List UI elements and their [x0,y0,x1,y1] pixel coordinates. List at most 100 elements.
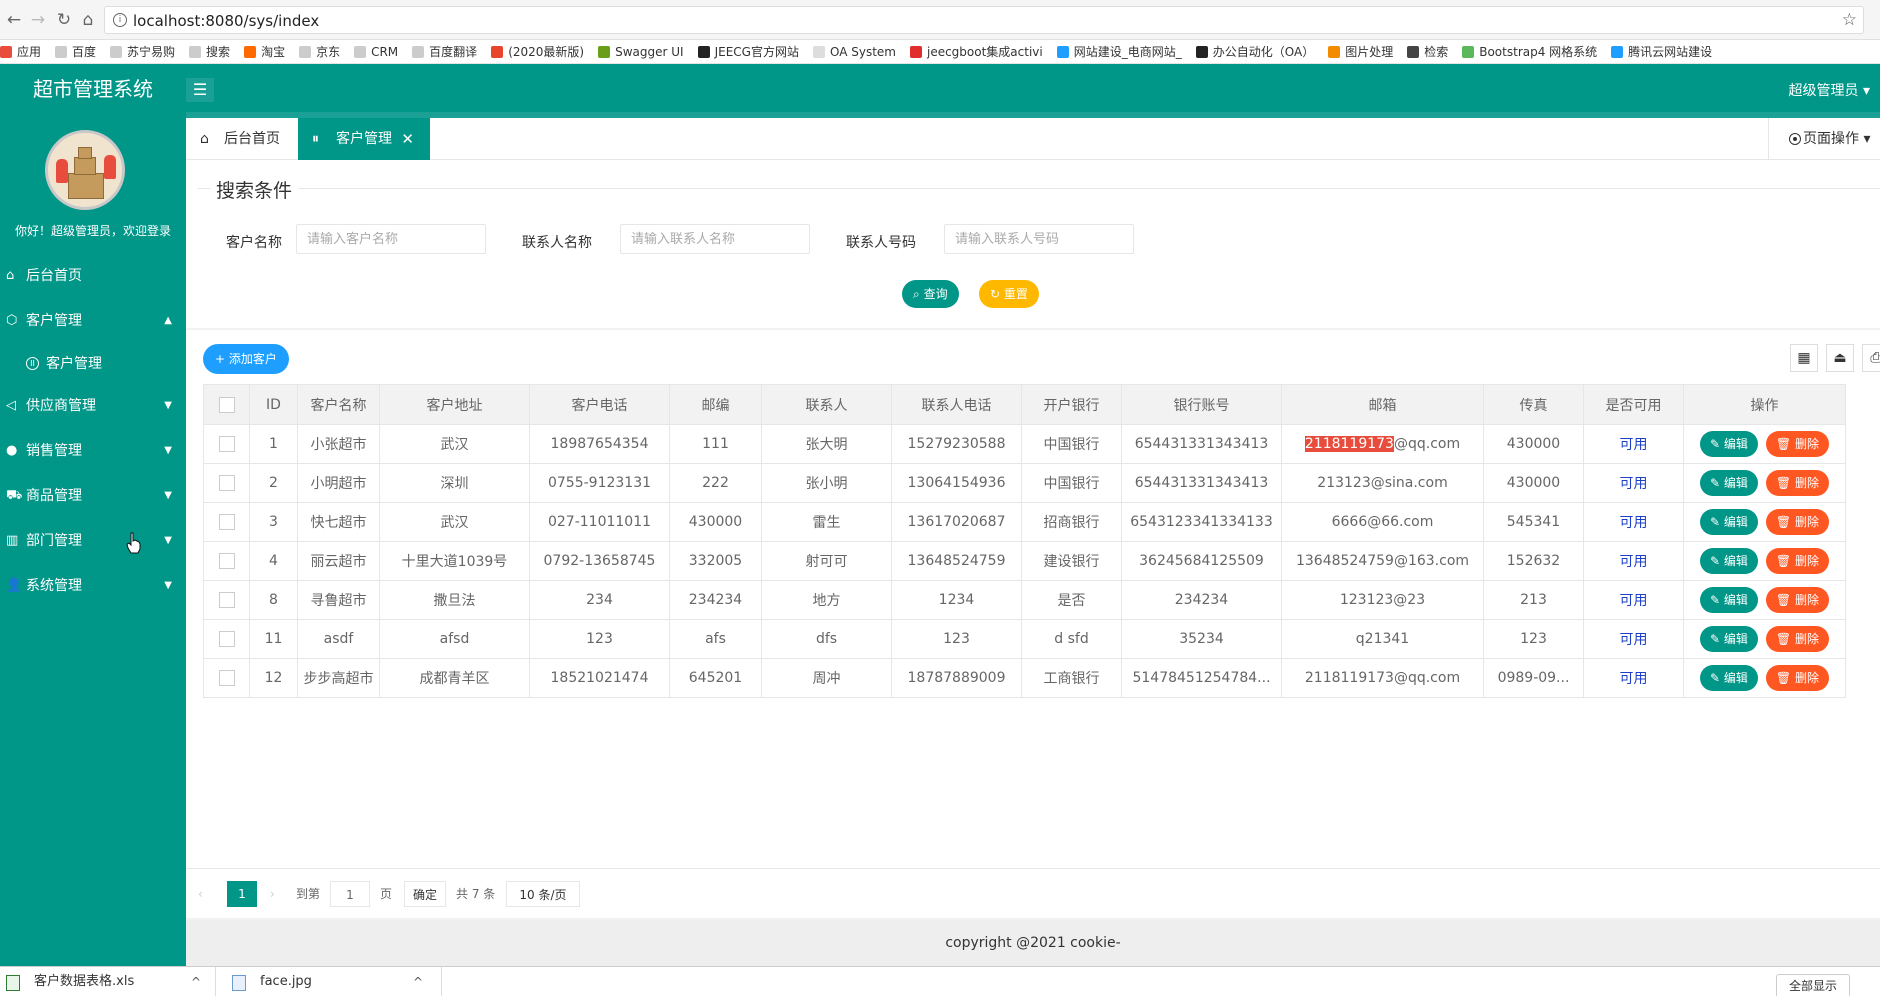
sidebar-item-system[interactable]: 👤 系统管理 ▼ [0,566,186,606]
add-customer-button[interactable]: + 添加客户 [203,344,289,374]
print-icon[interactable]: ⎙ [1862,344,1880,372]
bookmark-item[interactable]: (2020最新版) [491,40,584,63]
table-row[interactable]: 8 寻鲁超市 撒旦法 234 234234 地方 1234 是否 234234 123123@23… [203,580,1846,620]
row-checkbox[interactable] [218,670,235,686]
column-header[interactable]: 是否可用 [1583,384,1684,425]
select-all-checkbox[interactable] [218,396,235,413]
download-item[interactable]: 客户数据表格.xls ^ [0,967,216,996]
bookmark-item[interactable]: jeecgboot集成activi [909,40,1043,63]
sidebar-item-sales[interactable]: ● 销售管理 ▼ [0,431,186,471]
customer-name-input[interactable] [296,224,486,254]
table-row[interactable]: 12 步步高超市 成都青羊区 18521021474 645201 周冲 187878890… [203,658,1846,698]
column-header[interactable]: 客户地址 [379,384,530,425]
page-operations-menu[interactable]: 页面操作 ▾ [1768,118,1880,160]
edit-button[interactable]: ✎ 编辑 [1700,470,1758,496]
bookmark-item[interactable]: 京东 [299,40,340,63]
row-checkbox[interactable] [218,514,235,530]
row-checkbox[interactable] [218,553,235,569]
bookmark-item[interactable]: 百度 [55,40,96,63]
row-checkbox[interactable] [218,475,235,491]
bookmark-item[interactable]: 办公自动化（OA） [1195,40,1314,63]
row-select-cell[interactable] [203,619,250,659]
row-checkbox[interactable] [218,631,235,647]
column-header[interactable]: 传真 [1483,384,1584,425]
info-icon[interactable]: i [113,13,127,27]
bookmark-item[interactable]: 网站建设_电商网站_ [1056,40,1182,63]
goto-confirm-button[interactable]: 确定 [404,881,446,907]
row-select-cell[interactable] [203,424,250,464]
row-select-cell[interactable] [203,658,250,698]
bookmark-item[interactable]: 应用 [0,40,41,63]
bookmark-item[interactable]: Bootstrap4 网格系统 [1462,40,1597,63]
delete-button[interactable]: 🗑 删除 [1765,431,1829,457]
user-menu[interactable]: 超级管理员 ▾ [1789,80,1870,100]
close-icon[interactable]: ✕ [401,118,414,160]
column-header[interactable]: 银行账号 [1121,384,1282,425]
contact-phone-input[interactable] [944,224,1134,254]
sidebar-item-customer-group[interactable]: ⬡ 客户管理 ▲ [0,301,186,341]
column-header[interactable]: 邮编 [669,384,762,425]
bookmark-star-icon[interactable]: ☆ [1842,10,1857,30]
bookmark-item[interactable]: CRM [354,40,398,63]
column-header[interactable]: 邮箱 [1281,384,1484,425]
table-row[interactable]: 2 小明超市 深圳 0755-9123131 222 张小明 13064154936 中国银行… [203,463,1846,503]
sidebar-item-department[interactable]: ▥ 部门管理 ▼ [0,521,186,561]
bookmark-item[interactable]: 淘宝 [244,40,285,63]
tab-customer[interactable]: ⏸ 客户管理 ✕ [298,118,430,160]
show-all-downloads-button[interactable]: 全部显示 [1775,974,1850,996]
chevron-up-icon[interactable]: ^ [191,967,201,996]
bookmark-item[interactable]: 图片处理 [1328,40,1393,63]
reload-icon[interactable]: ↻ [52,8,76,32]
menu-toggle-button[interactable]: ☰ [186,78,214,102]
address-bar[interactable]: i localhost:8080/sys/index ☆ [104,6,1864,34]
chevron-up-icon[interactable]: ^ [413,967,423,996]
table-row[interactable]: 4 丽云超市 十里大道1039号 0792-13658745 332005 射可可 1364… [203,541,1846,581]
back-icon[interactable]: ← [2,8,26,32]
delete-button[interactable]: 🗑 删除 [1765,665,1829,691]
edit-button[interactable]: ✎ 编辑 [1700,665,1758,691]
table-row[interactable]: 1 小张超市 武汉 18987654354 111 张大明 15279230588 中国银行 6… [203,424,1846,464]
edit-button[interactable]: ✎ 编辑 [1700,431,1758,457]
table-row[interactable]: 3 快七超市 武汉 027-11011011 430000 雷生 13617020687 招商… [203,502,1846,542]
bookmark-item[interactable]: 搜索 [189,40,230,63]
sidebar-item-supplier[interactable]: ◁ 供应商管理 ▼ [0,386,186,426]
tab-home[interactable]: ⌂ 后台首页 [186,118,298,160]
page-size-select[interactable]: 10 条/页 [506,881,580,907]
bookmark-item[interactable]: 腾讯云网站建设 [1611,40,1712,63]
query-button[interactable]: ⌕ 查询 [902,280,959,308]
row-select-cell[interactable] [203,463,250,503]
delete-button[interactable]: 🗑 删除 [1765,470,1829,496]
edit-button[interactable]: ✎ 编辑 [1700,548,1758,574]
export-icon[interactable]: ⏏ [1826,344,1854,372]
prev-page-icon[interactable]: ‹ [198,881,203,907]
contact-name-input[interactable] [620,224,810,254]
edit-button[interactable]: ✎ 编辑 [1700,587,1758,613]
select-all-cell[interactable] [203,384,250,425]
column-header[interactable]: 客户名称 [297,384,380,425]
row-select-cell[interactable] [203,580,250,620]
column-header[interactable]: 开户银行 [1021,384,1122,425]
row-checkbox[interactable] [218,592,235,608]
bookmark-item[interactable]: OA System [812,40,896,63]
column-header[interactable]: 联系人电话 [891,384,1022,425]
delete-button[interactable]: 🗑 删除 [1765,626,1829,652]
delete-button[interactable]: 🗑 删除 [1765,509,1829,535]
column-header[interactable]: 客户电话 [529,384,670,425]
forward-icon[interactable]: → [26,8,50,32]
edit-button[interactable]: ✎ 编辑 [1700,509,1758,535]
column-header[interactable]: ID [249,384,298,425]
bookmark-item[interactable]: Swagger UI [598,40,684,63]
reset-button[interactable]: ↻ 重置 [979,280,1039,308]
sidebar-item-goods[interactable]: ⛟ 商品管理 ▼ [0,476,186,516]
delete-button[interactable]: 🗑 删除 [1765,587,1829,613]
download-item[interactable]: face.jpg ^ [216,967,442,996]
page-1-button[interactable]: 1 [227,881,257,907]
table-row[interactable]: 11 asdf afsd 123 afs dfs 123 d sfd 35234 q21341 12… [203,619,1846,659]
bookmark-item[interactable]: 苏宁易购 [110,40,175,63]
row-select-cell[interactable] [203,541,250,581]
column-header[interactable]: 联系人 [761,384,892,425]
bookmark-item[interactable]: 百度翻译 [412,40,477,63]
columns-filter-icon[interactable]: ▦ [1790,344,1818,372]
delete-button[interactable]: 🗑 删除 [1765,548,1829,574]
bookmark-item[interactable]: 检索 [1407,40,1448,63]
